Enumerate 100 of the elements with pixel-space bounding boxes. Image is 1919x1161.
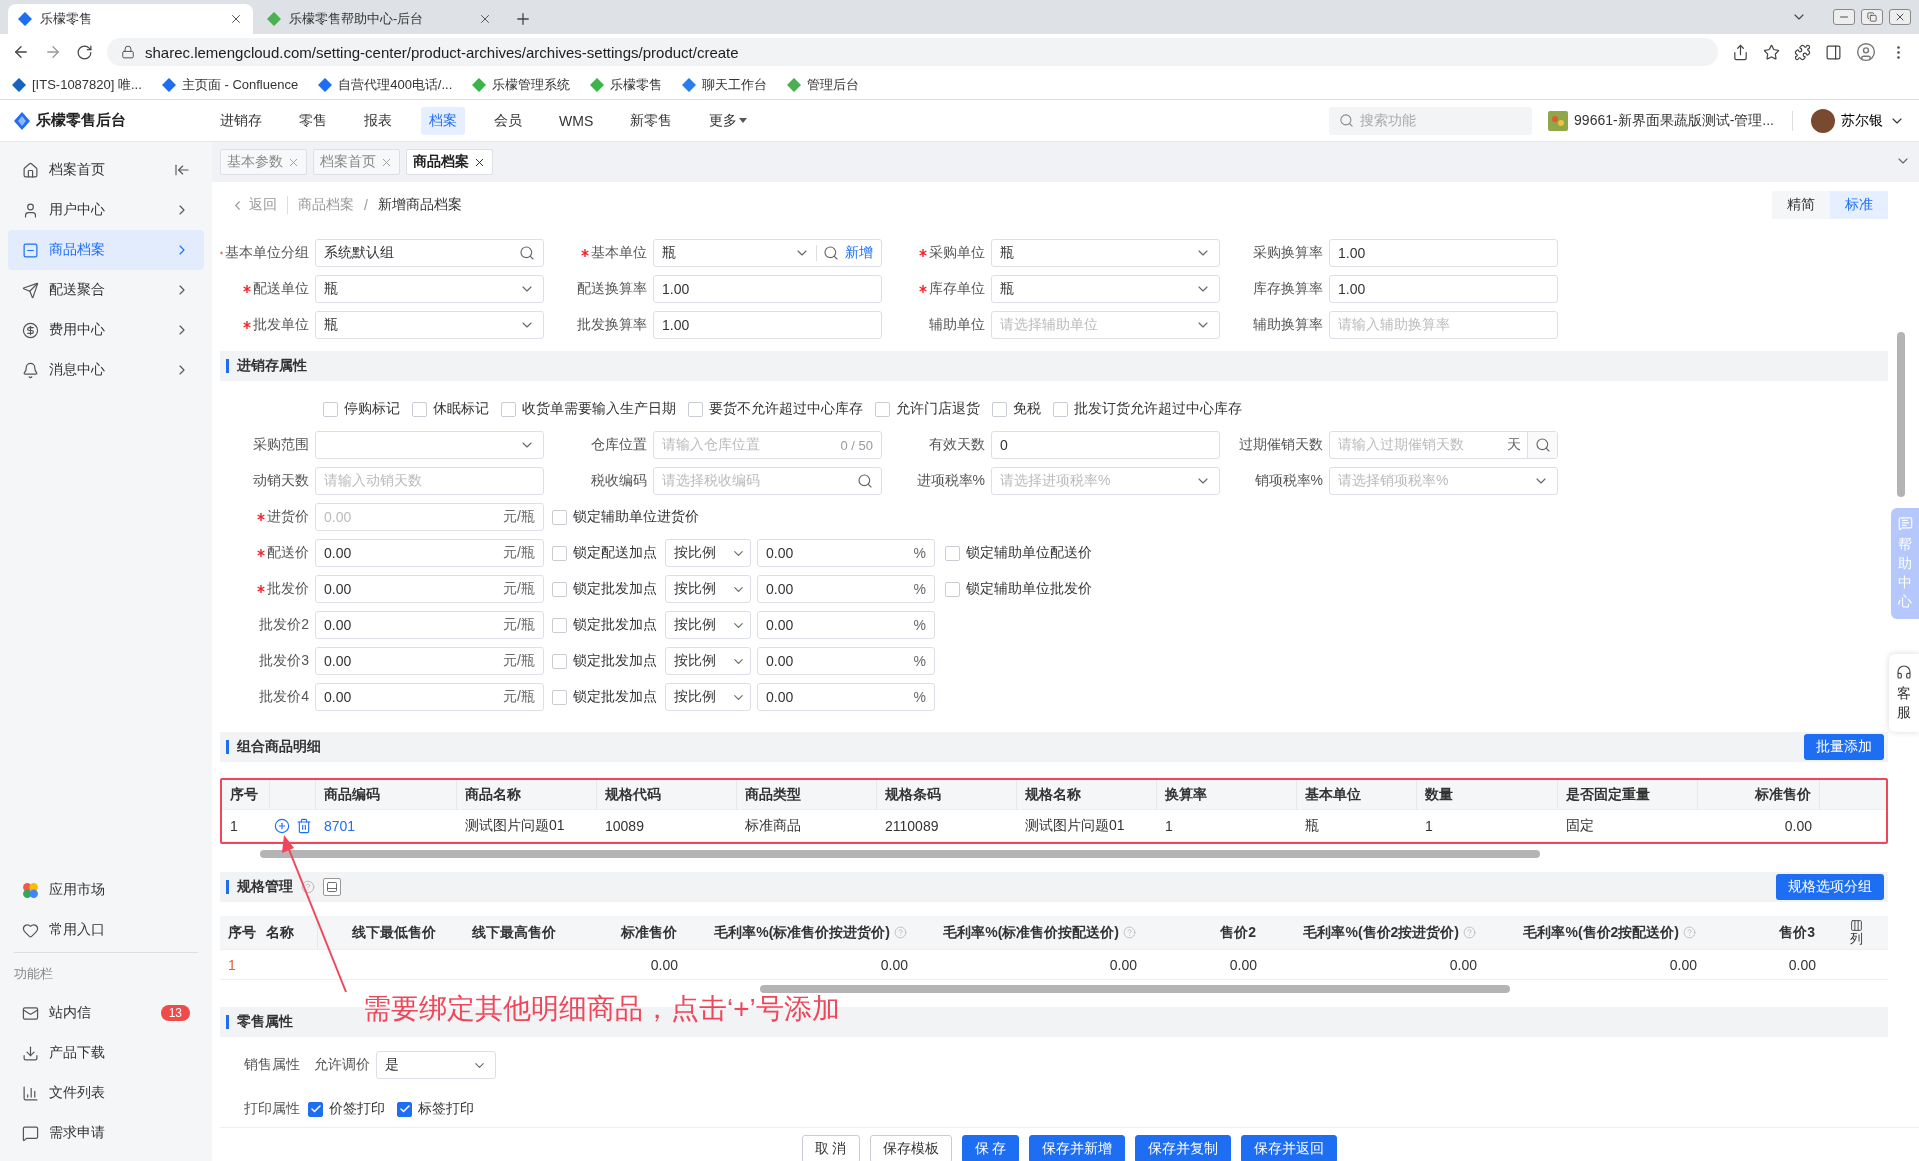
primary-button[interactable]: 保存并新增	[1029, 1134, 1126, 1161]
select-field[interactable]: 瓶 新增	[653, 239, 882, 267]
primary-button[interactable]: 保存并返回	[1241, 1134, 1338, 1161]
sidebar-item[interactable]: 商品档案	[8, 230, 204, 270]
collapse-icon[interactable]	[174, 162, 190, 178]
reload-icon[interactable]	[76, 43, 93, 61]
nav-item[interactable]: 进销存	[212, 106, 270, 135]
bookmark[interactable]: 管理后台	[787, 75, 860, 94]
sidebar-item[interactable]: 常用入口	[8, 910, 204, 950]
nav-item[interactable]: 零售	[291, 106, 335, 135]
price-field[interactable]: 0.00 元/瓶	[315, 503, 544, 531]
bookmark[interactable]: 乐檬零售	[590, 75, 663, 94]
horizontal-scrollbar[interactable]	[760, 985, 1510, 993]
input-field[interactable]: 1.00	[1329, 239, 1558, 267]
column-settings-button[interactable]: 列	[1849, 918, 1863, 947]
checkbox[interactable]	[323, 401, 338, 417]
input-field[interactable]: 1.00	[653, 311, 882, 339]
input-field[interactable]: 请输入过期催销天数 天	[1329, 431, 1558, 459]
delete-button[interactable]	[296, 817, 312, 834]
select-field[interactable]: 按比例	[665, 647, 751, 675]
select-field[interactable]: 瓶	[991, 239, 1220, 267]
page-tab[interactable]: 商品档案	[406, 149, 493, 175]
back-icon[interactable]	[12, 43, 30, 61]
input-field[interactable]: 0	[991, 431, 1220, 459]
select-field[interactable]: 瓶	[315, 311, 544, 339]
nav-item[interactable]: 更多	[701, 106, 756, 135]
view-toggle[interactable]: 精简	[1772, 191, 1830, 219]
view-toggle[interactable]: 标准	[1830, 191, 1888, 219]
bookmark[interactable]: 主页面 - Confluence	[161, 75, 299, 94]
close-button[interactable]	[1889, 9, 1911, 25]
input-field[interactable]: 1.00	[1329, 275, 1558, 303]
secondary-button[interactable]: 保存模板	[869, 1134, 952, 1161]
sidebar-item[interactable]: 文件列表	[8, 1073, 204, 1113]
input-field[interactable]: 0.00 %	[757, 683, 935, 711]
nav-item[interactable]: 档案	[421, 106, 465, 135]
checkbox[interactable]	[945, 545, 960, 561]
nav-item[interactable]: WMS	[551, 106, 602, 135]
input-field[interactable]: 0.00 %	[757, 575, 935, 603]
price-field[interactable]: 0.00 元/瓶	[315, 647, 544, 675]
select-field[interactable]: 按比例	[665, 683, 751, 711]
checkbox[interactable]	[875, 401, 890, 417]
select-field[interactable]	[315, 431, 544, 459]
customer-service-tab[interactable]: 客服	[1889, 654, 1919, 732]
batch-add-button[interactable]: 批量添加	[1804, 734, 1884, 760]
input-field[interactable]: 1.00	[653, 275, 882, 303]
sidebar-item[interactable]: 消息中心	[8, 350, 204, 390]
bookmark[interactable]: 聊天工作台	[682, 75, 768, 94]
share-icon[interactable]	[1732, 43, 1749, 61]
sidebar-item[interactable]: 需求申请	[8, 1113, 204, 1153]
checkbox[interactable]	[552, 545, 567, 561]
nav-item[interactable]: 新零售	[622, 106, 681, 135]
search-button[interactable]	[1527, 432, 1557, 458]
browser-tab[interactable]: 乐檬零售	[8, 4, 253, 34]
browser-tab[interactable]: 乐檬零售帮助中心-后台	[257, 4, 502, 34]
add-button[interactable]	[274, 817, 290, 834]
checkbox[interactable]	[552, 653, 567, 669]
input-field[interactable]: 0.00 %	[757, 611, 935, 639]
page-tab[interactable]: 档案首页	[313, 149, 400, 175]
select-field[interactable]: 按比例	[665, 539, 751, 567]
page-tab[interactable]: 基本参数	[220, 149, 307, 175]
select-field[interactable]: 瓶	[991, 275, 1220, 303]
search-field[interactable]: 系统默认组	[315, 239, 544, 267]
sidebar-item[interactable]: 档案首页	[8, 150, 204, 190]
product-code-link[interactable]: 8701	[316, 817, 457, 834]
select-field[interactable]: 按比例	[665, 575, 751, 603]
star-icon[interactable]	[1763, 43, 1780, 61]
primary-button[interactable]: 保 存	[961, 1134, 1020, 1161]
price-field[interactable]: 0.00 元/瓶	[315, 683, 544, 711]
bookmark[interactable]: 乐檬管理系统	[472, 75, 571, 94]
bookmark[interactable]: [ITS-1087820] 唯...	[12, 75, 142, 94]
side-panel-icon[interactable]	[1825, 43, 1842, 61]
price-field[interactable]: 0.00 元/瓶	[315, 539, 544, 567]
sidebar-item[interactable]: 应用市场	[8, 870, 204, 910]
toggle-button[interactable]	[323, 878, 341, 896]
primary-button[interactable]: 保存并复制	[1135, 1134, 1232, 1161]
input-field[interactable]: 0.00 %	[757, 539, 935, 567]
input-field[interactable]: 0.00 %	[757, 647, 935, 675]
select-field[interactable]: 是	[376, 1051, 496, 1079]
checkbox[interactable]	[552, 509, 567, 525]
user-menu[interactable]: 苏尔银	[1811, 108, 1905, 133]
new-tab-icon[interactable]	[514, 10, 532, 28]
address-bar[interactable]: sharec.lemengcloud.com/setting-center/product-archives/archives-settings/product/create	[107, 38, 1718, 66]
nav-item[interactable]: 会员	[486, 106, 530, 135]
nav-item[interactable]: 报表	[356, 106, 400, 135]
bookmark[interactable]: 自营代理400电话/...	[318, 75, 453, 94]
checkbox[interactable]	[1053, 401, 1068, 417]
sidebar-item[interactable]: 产品下载	[8, 1033, 204, 1073]
price-field[interactable]: 0.00 元/瓶	[315, 611, 544, 639]
select-field[interactable]: 按比例	[665, 611, 751, 639]
close-icon[interactable]	[478, 12, 492, 26]
minimize-button[interactable]	[1833, 9, 1855, 25]
checkbox[interactable]	[945, 581, 960, 597]
checkbox[interactable]	[552, 689, 567, 705]
checkbox[interactable]	[397, 1101, 412, 1117]
profile-icon[interactable]	[1856, 42, 1876, 62]
puzzle-icon[interactable]	[1794, 43, 1811, 61]
add-link[interactable]: 新增	[845, 244, 873, 262]
sidebar-item[interactable]: 费用中心	[8, 310, 204, 350]
checkbox[interactable]	[308, 1101, 323, 1117]
checkbox[interactable]	[552, 617, 567, 633]
